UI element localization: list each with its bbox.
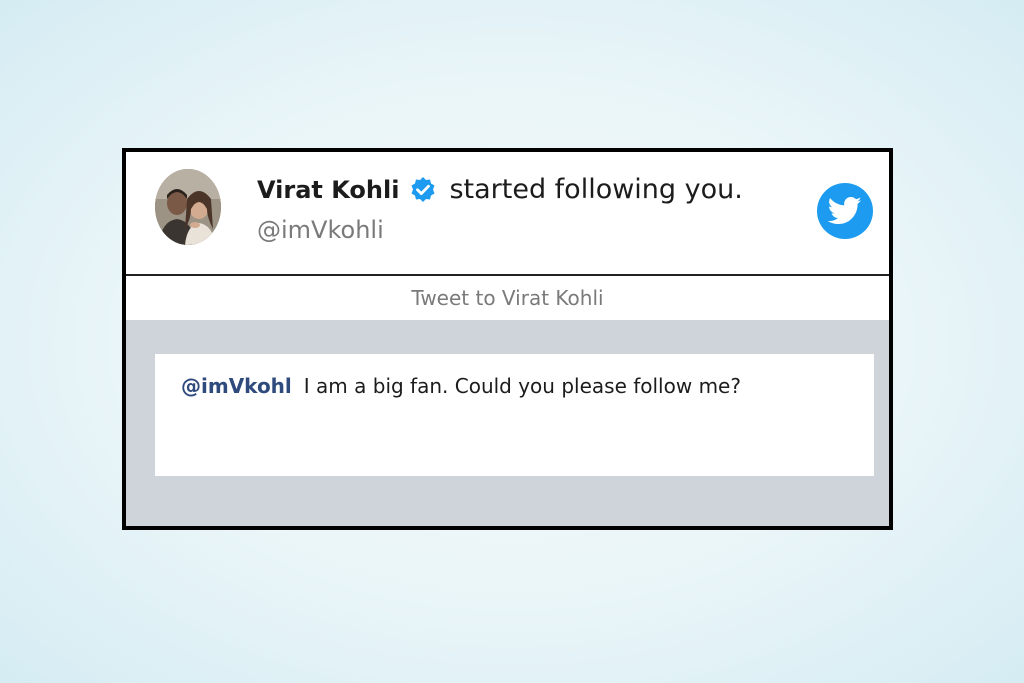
- avatar-photo-icon: [155, 169, 221, 245]
- user-name[interactable]: Virat Kohli: [257, 176, 399, 204]
- twitter-bird-icon: [817, 183, 873, 239]
- notification-header: Virat Kohli started following you. @imVk…: [126, 152, 889, 276]
- avatar[interactable]: [155, 169, 221, 245]
- tweet-to-link[interactable]: Tweet to Virat Kohli: [126, 276, 889, 320]
- user-handle[interactable]: @imVkohli: [257, 216, 384, 244]
- name-row: Virat Kohli started following you.: [257, 174, 743, 205]
- tweet-message-text: I am a big fan. Could you please follow …: [303, 374, 741, 398]
- tweet-compose-field[interactable]: @imVkohl I am a big fan. Could you please…: [155, 354, 874, 476]
- follow-action-text: started following you.: [449, 174, 743, 205]
- compose-panel: @imVkohl I am a big fan. Could you please…: [126, 320, 889, 526]
- mention-text: @imVkohl: [181, 374, 292, 398]
- verified-badge-icon: [409, 176, 437, 204]
- follow-notification-card: Virat Kohli started following you. @imVk…: [122, 148, 893, 530]
